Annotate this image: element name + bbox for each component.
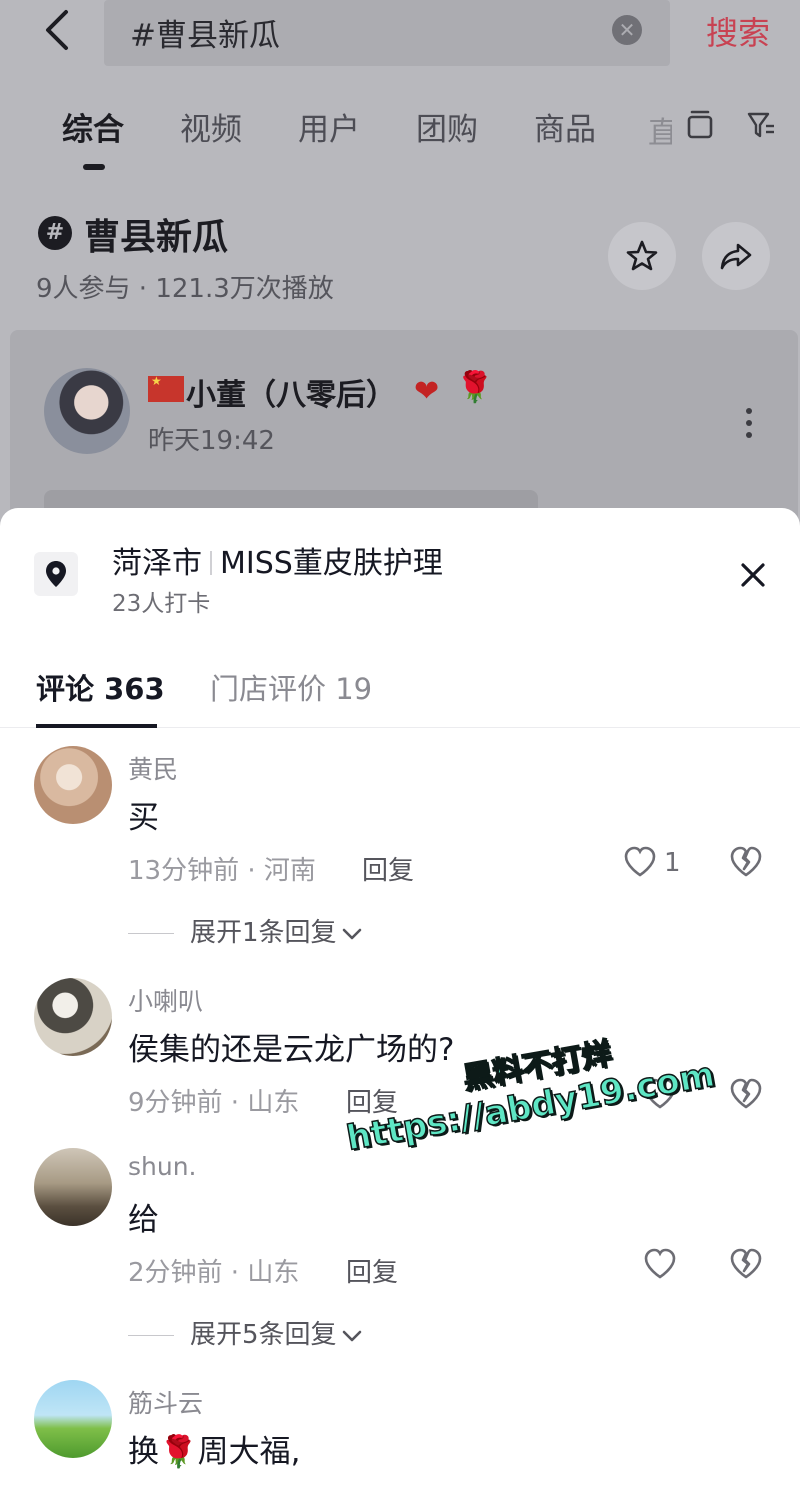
reply-button[interactable]: 回复 — [346, 1252, 398, 1289]
china-flag-icon — [148, 374, 184, 402]
topic-stats: 9人参与 · 121.3万次播放 — [36, 274, 334, 304]
close-icon[interactable] — [736, 558, 770, 592]
post-author-avatar[interactable] — [44, 368, 130, 454]
place-city: 菏泽市 — [112, 546, 202, 581]
post-author-name[interactable]: 小董（八零后） — [186, 370, 396, 414]
comment-item: 筋斗云 换🌹周大福, — [0, 1380, 800, 1486]
share-button[interactable] — [702, 222, 770, 290]
chevron-down-icon — [342, 928, 361, 939]
rose-emoji-icon: 🌹 — [456, 370, 494, 405]
tab-indicator — [83, 164, 105, 170]
filter-icon[interactable] — [746, 110, 776, 140]
comment-meta: 2分钟前 · 山东 — [128, 1258, 300, 1288]
location-sheet: 菏泽市 MISS董皮肤护理 23人打卡 评论 363 门店评价 19 黄民 买 1… — [0, 508, 800, 1486]
tab-videos[interactable]: 视频 — [180, 104, 242, 149]
layout-icon[interactable] — [686, 110, 714, 140]
background-page: #曹县新瓜 ✕ 搜索 综合 视频 用户 团购 商品 直 # 曹县新瓜 9人参与 … — [0, 0, 800, 570]
heart-emoji-icon: ❤ — [414, 374, 440, 409]
comment-text[interactable]: 给 — [128, 1194, 159, 1239]
heart-icon[interactable] — [622, 844, 658, 880]
more-options-icon[interactable] — [746, 408, 754, 442]
chevron-left-icon — [46, 10, 68, 50]
hashtag-icon: # — [38, 216, 72, 250]
chevron-down-icon — [342, 1330, 361, 1341]
favorite-button[interactable] — [608, 222, 676, 290]
tab-store-reviews[interactable]: 门店评价 19 — [210, 666, 372, 708]
comment-text-part: 周大福, — [197, 1434, 301, 1470]
location-pin-icon — [34, 552, 78, 596]
comment-meta: 9分钟前 · 山东 — [128, 1088, 300, 1118]
tab-comments[interactable]: 评论 363 — [36, 666, 165, 708]
expand-replies-button[interactable]: 展开5条回复 — [128, 1314, 363, 1351]
comment-text[interactable]: 侯集的还是云龙广场的? — [128, 1024, 454, 1069]
broken-heart-icon[interactable] — [728, 1076, 764, 1112]
tab-group-buy[interactable]: 团购 — [416, 104, 478, 149]
avatar[interactable] — [34, 978, 112, 1056]
broken-heart-icon[interactable] — [728, 1246, 764, 1282]
clear-icon[interactable]: ✕ — [612, 15, 642, 45]
search-query-text: #曹县新瓜 — [130, 18, 280, 54]
tab-comprehensive[interactable]: 综合 — [62, 104, 124, 149]
share-icon — [720, 243, 752, 270]
expand-divider — [128, 933, 174, 934]
expand-divider — [128, 1335, 174, 1336]
sheet-tab-indicator — [36, 724, 157, 728]
reply-button[interactable]: 回复 — [362, 850, 414, 887]
comment-item: 黄民 买 13分钟前 · 河南 回复 1 展开1条回复 — [0, 746, 800, 956]
place-name: MISS董皮肤护理 — [220, 546, 443, 581]
comment-meta: 13分钟前 · 河南 — [128, 856, 316, 886]
expand-replies-button[interactable]: 展开1条回复 — [128, 912, 363, 949]
back-button[interactable] — [38, 8, 78, 52]
star-icon — [626, 240, 658, 271]
tab-users[interactable]: 用户 — [298, 104, 360, 149]
expand-replies-label: 展开1条回复 — [190, 918, 337, 948]
comment-text[interactable]: 换🌹周大福, — [128, 1426, 300, 1471]
comment-username[interactable]: 黄民 — [128, 750, 178, 786]
avatar[interactable] — [34, 746, 112, 824]
comment-username[interactable]: shun. — [128, 1152, 197, 1181]
comment-username[interactable]: 筋斗云 — [128, 1384, 203, 1420]
tab-overflow[interactable]: 直 — [648, 108, 672, 152]
post-time: 昨天19:42 — [148, 426, 275, 456]
comment-username[interactable]: 小喇叭 — [128, 982, 203, 1018]
checkin-count: 23人打卡 — [112, 591, 211, 617]
heart-icon[interactable] — [642, 1246, 678, 1282]
search-button[interactable]: 搜索 — [706, 8, 770, 54]
rose-emoji-icon: 🌹 — [159, 1434, 198, 1470]
search-tabs: 综合 视频 用户 团购 商品 直 — [0, 100, 800, 170]
comment-text-part: 换 — [128, 1434, 159, 1470]
topic-title: 曹县新瓜 — [84, 217, 229, 258]
sheet-tabs: 评论 363 门店评价 19 — [0, 662, 800, 728]
expand-replies-label: 展开5条回复 — [190, 1320, 337, 1350]
place-separator — [210, 551, 212, 575]
search-input[interactable]: #曹县新瓜 ✕ — [104, 0, 670, 66]
broken-heart-icon[interactable] — [728, 844, 764, 880]
avatar[interactable] — [34, 1148, 112, 1226]
tab-products[interactable]: 商品 — [534, 104, 596, 149]
avatar[interactable] — [34, 1380, 112, 1458]
like-count: 1 — [664, 848, 681, 878]
place-title[interactable]: 菏泽市 MISS董皮肤护理 — [112, 538, 443, 582]
comment-text[interactable]: 买 — [128, 792, 159, 837]
